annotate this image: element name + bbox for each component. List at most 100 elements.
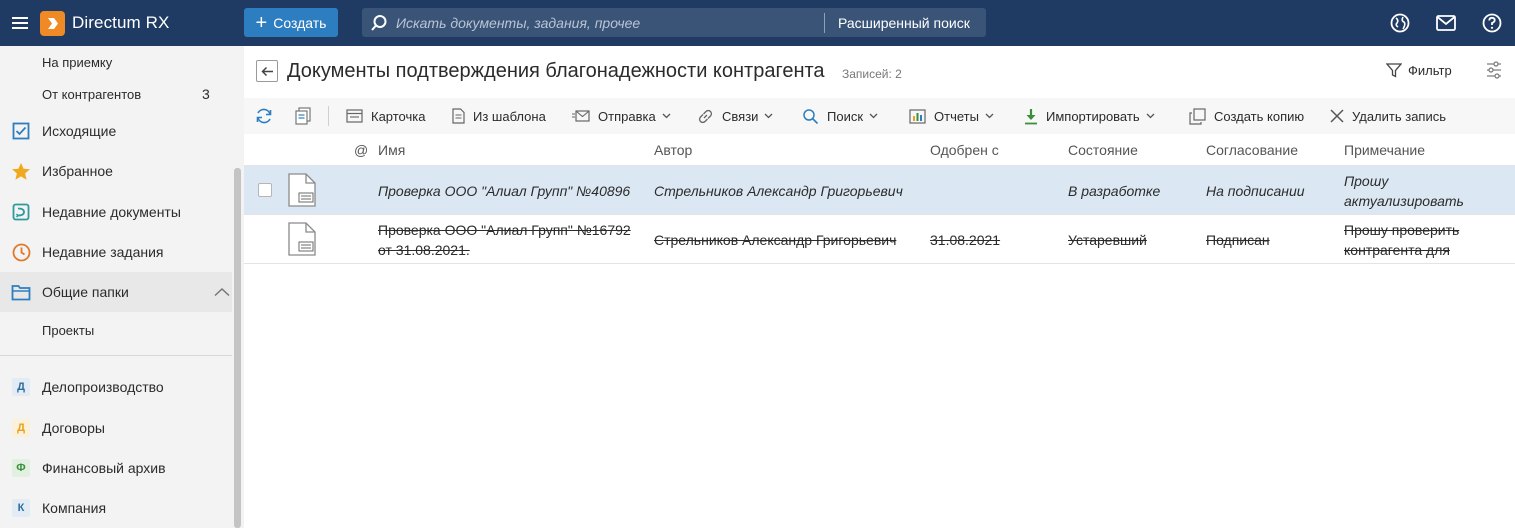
module-letter-icon: Д — [12, 378, 30, 396]
sidebar-module-label: Компания — [42, 500, 107, 516]
chevron-down-icon — [869, 113, 878, 119]
send-label: Отправка — [598, 108, 656, 124]
sidebar-item-label: Недавние задания — [42, 244, 164, 260]
sidebar: На приемку От контрагентов 3 Исходящие И… — [0, 46, 244, 528]
create-button[interactable]: + Создать — [244, 8, 338, 37]
create-button-label: Создать — [273, 14, 327, 31]
chevron-up-icon[interactable] — [214, 284, 230, 300]
sidebar-item-outgoing[interactable]: Исходящие — [0, 111, 232, 151]
records-count: Записей: 2 — [842, 67, 902, 81]
cell-approved-from: 31.08.2021 — [930, 232, 1001, 248]
filter-button[interactable]: Фильтр — [1386, 63, 1452, 78]
logo-icon — [40, 10, 65, 36]
sidebar-item-favorites[interactable]: Избранное — [0, 151, 232, 191]
table-row[interactable]: Проверка ООО "Алиал Групп" №40896 Стрель… — [244, 166, 1515, 215]
title-row: Документы подтверждения благонадежности … — [244, 46, 1515, 98]
relations-dropdown[interactable]: Связи — [697, 98, 773, 134]
link-icon — [698, 109, 713, 123]
menu-icon[interactable] — [0, 0, 40, 46]
row-checkbox[interactable] — [258, 183, 272, 197]
download-icon — [1025, 108, 1037, 124]
column-header-name[interactable]: Имя — [378, 142, 405, 158]
toolbar-separator — [328, 106, 329, 126]
sidebar-count-badge: 3 — [202, 86, 210, 102]
delete-record-button[interactable]: Удалить запись — [1330, 98, 1446, 134]
cell-name-line2: от 31.08.2021. — [378, 242, 470, 258]
sidebar-item-label: Избранное — [42, 163, 113, 179]
sidebar-subitem-projects[interactable]: Проекты — [42, 323, 94, 338]
module-letter-icon: Ф — [12, 459, 30, 477]
refresh-icon — [256, 108, 272, 124]
chevron-down-icon — [764, 113, 773, 119]
reports-icon — [909, 108, 926, 124]
cell-state: В разработке — [1068, 183, 1161, 199]
grid-header: @ Имя Автор Одобрен с Состояние Согласов… — [244, 134, 1515, 166]
sidebar-divider — [0, 355, 232, 356]
search-dropdown[interactable]: Поиск — [802, 98, 878, 134]
column-header-approved-from[interactable]: Одобрен с — [930, 142, 999, 158]
app-logo[interactable]: Directum RX — [40, 0, 169, 46]
advanced-search-link[interactable]: Расширенный поиск — [825, 15, 970, 31]
sidebar-scrollbar[interactable] — [232, 46, 244, 528]
sidebar-item-recent-documents[interactable]: Недавние документы — [0, 192, 232, 232]
cell-author: Стрельников Александр Григорьевич — [654, 232, 897, 248]
reports-dropdown[interactable]: Отчеты — [909, 98, 994, 134]
search-icon — [362, 14, 396, 32]
search-label: Поиск — [827, 108, 864, 124]
module-letter-icon: К — [12, 499, 30, 517]
column-header-author[interactable]: Автор — [654, 142, 692, 158]
create-copy-label: Создать копию — [1214, 108, 1305, 124]
document-icon — [288, 222, 316, 259]
sidebar-module-label: Делопроизводство — [42, 379, 164, 395]
help-icon[interactable] — [1469, 0, 1515, 46]
import-dropdown[interactable]: Импортировать — [1024, 98, 1155, 134]
globe-icon[interactable] — [1377, 0, 1423, 46]
column-header-state[interactable]: Состояние — [1068, 142, 1138, 158]
column-header-note[interactable]: Примечание — [1344, 142, 1425, 158]
reports-label: Отчеты — [934, 108, 979, 124]
top-right-icons — [1377, 0, 1515, 46]
column-settings-icon[interactable] — [1486, 61, 1502, 82]
sidebar-item-label: Недавние документы — [42, 204, 181, 220]
sidebar-module-delo[interactable]: Д Делопроизводство — [0, 367, 232, 407]
sidebar-item-recent-tasks[interactable]: Недавние задания — [0, 232, 232, 272]
star-icon — [0, 162, 42, 181]
card-icon — [346, 109, 363, 123]
cell-approval: Подписан — [1206, 232, 1270, 248]
from-template-label: Из шаблона — [473, 108, 546, 124]
back-button[interactable] — [256, 60, 278, 82]
card-button[interactable]: Карточка — [346, 98, 425, 134]
outgoing-check-icon — [0, 122, 42, 140]
copy-list-button[interactable] — [295, 98, 319, 134]
copy-icon — [1189, 107, 1206, 125]
module-letter-icon: Д — [12, 419, 30, 437]
delete-record-label: Удалить запись — [1352, 108, 1447, 124]
column-header-at[interactable]: @ — [354, 142, 368, 158]
sidebar-item-label: Исходящие — [42, 123, 117, 139]
send-dropdown[interactable]: Отправка — [572, 98, 671, 134]
table-row[interactable]: Проверка ООО "Алиал Групп" №16792 от 31.… — [244, 215, 1515, 264]
sidebar-module-finance[interactable]: Ф Финансовый архив — [0, 448, 232, 488]
refresh-button[interactable] — [255, 98, 281, 134]
chevron-down-icon — [985, 113, 994, 119]
mail-icon[interactable] — [1423, 0, 1469, 46]
sidebar-item-shared-folders[interactable]: Общие папки — [0, 272, 232, 312]
sidebar-module-company[interactable]: К Компания — [0, 488, 232, 528]
sidebar-subitem-na-priemku[interactable]: На приемку — [42, 55, 112, 70]
sidebar-item-label: Общие папки — [42, 284, 129, 300]
recent-documents-icon — [0, 203, 42, 221]
scrollbar-thumb[interactable] — [234, 168, 241, 528]
arrow-left-icon — [260, 66, 273, 76]
chevron-down-icon — [662, 113, 671, 119]
from-template-button[interactable]: Из шаблона — [452, 98, 546, 134]
toolbar: Карточка Из шаблона Отправка Связи Поиск… — [244, 98, 1515, 134]
card-label: Карточка — [371, 108, 426, 124]
search-input[interactable] — [396, 14, 824, 31]
create-copy-button[interactable]: Создать копию — [1189, 98, 1304, 134]
sidebar-subitem-ot-kontragentov[interactable]: От контрагентов — [42, 87, 141, 102]
column-header-approval[interactable]: Согласование — [1206, 142, 1298, 158]
sidebar-module-contracts[interactable]: Д Договоры — [0, 408, 232, 448]
import-label: Импортировать — [1046, 108, 1140, 124]
app-name: Directum RX — [72, 13, 170, 32]
folder-icon — [0, 284, 42, 301]
